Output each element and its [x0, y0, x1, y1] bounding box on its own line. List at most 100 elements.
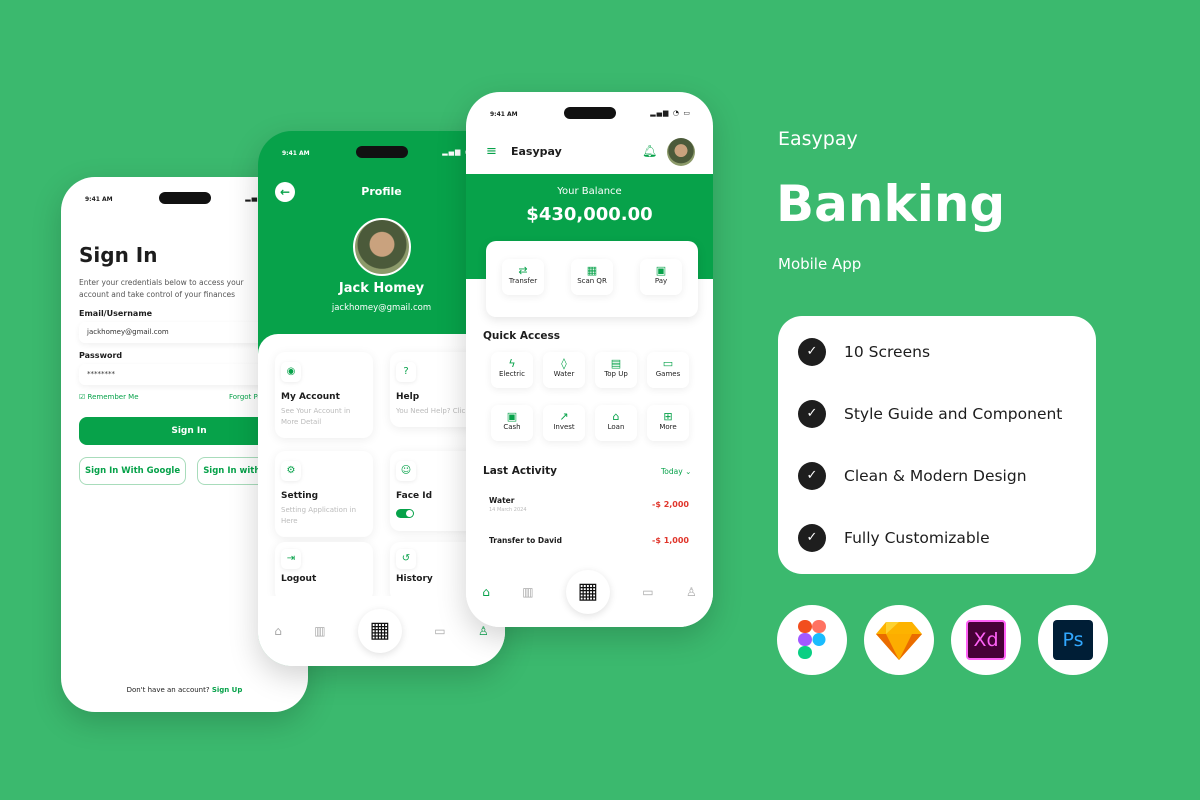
activity-filter[interactable]: Today ⌄	[661, 467, 691, 476]
feature-label: Fully Customizable	[844, 529, 990, 547]
sketch-icon	[864, 605, 934, 675]
transfer-icon: ⇄	[518, 264, 528, 277]
face-id-toggle[interactable]	[396, 509, 414, 518]
brand-name: Easypay	[778, 128, 858, 150]
pay-button[interactable]: ▣ Pay	[640, 259, 682, 295]
card-title: Logout	[281, 574, 317, 584]
nav-stats-icon[interactable]: ▥	[314, 624, 325, 638]
drop-icon: ◊	[561, 357, 567, 370]
signin-desc: Enter your credentials below to access y…	[79, 278, 244, 299]
scan-qr-button[interactable]: ▦	[565, 570, 610, 614]
cash-icon: ▣	[506, 410, 518, 423]
nav-profile-icon[interactable]: ♙	[686, 585, 697, 599]
bolt-icon: ϟ	[508, 357, 516, 370]
remember-checkbox[interactable]: ☑ Remember Me	[79, 393, 139, 401]
card-plus-icon: ▤	[610, 357, 622, 370]
nav-stats-icon[interactable]: ▥	[522, 585, 533, 599]
signup-link[interactable]: Sign Up	[212, 686, 243, 694]
nav-home-icon[interactable]: ⌂	[274, 624, 282, 638]
activity-row[interactable]: Transfer to David -$ 1,000	[489, 536, 689, 550]
balance-label: Your Balance	[557, 186, 622, 197]
quick-label: Electric	[499, 370, 525, 378]
my-account-card[interactable]: ◉ My Account See Your Account in More Deta…	[275, 352, 373, 438]
activity-amount: -$ 1,000	[652, 536, 689, 545]
check-icon: ✓	[798, 400, 826, 428]
subtitle: Mobile App	[778, 255, 862, 273]
quick-invest[interactable]: ↗ Invest	[543, 405, 585, 441]
bell-icon[interactable]: 🔔︎	[642, 144, 657, 158]
avatar[interactable]	[353, 218, 411, 276]
quick-loan[interactable]: ⌂ Loan	[595, 405, 637, 441]
scan-qr-action[interactable]: ▦ Scan QR	[571, 259, 613, 295]
feature-label: 10 Screens	[844, 343, 931, 361]
quick-water[interactable]: ◊ Water	[543, 352, 585, 388]
check-icon: ✓	[798, 524, 826, 552]
feature-item: ✓ Clean & Modern Design	[798, 462, 1027, 490]
feature-item: ✓ 10 Screens	[798, 338, 930, 366]
app-name: Easypay	[511, 145, 562, 158]
figma-icon	[777, 605, 847, 675]
ps-label: Ps	[1053, 620, 1093, 660]
status-time: 9:41 AM	[85, 196, 113, 203]
avatar[interactable]	[667, 138, 695, 166]
feature-label: Clean & Modern Design	[844, 467, 1027, 485]
qr-icon: ▦	[586, 264, 598, 277]
filter-label: Today	[661, 467, 683, 476]
quick-label: Games	[655, 370, 681, 378]
status-time: 9:41 AM	[282, 150, 310, 157]
logout-icon: ⇥	[281, 549, 301, 569]
action-label: Pay	[654, 277, 668, 285]
trend-icon: ↗	[559, 410, 569, 423]
logout-card[interactable]: ⇥ Logout	[275, 542, 373, 602]
action-label: Scan QR	[577, 277, 607, 285]
home-phone: 9:41 AM ▂▄▆ ◔ ▭ ≡ Easypay 🔔︎ Your Balance…	[466, 92, 713, 627]
quick-electric[interactable]: ϟ Electric	[491, 352, 533, 388]
nav-home-icon[interactable]: ⌂	[482, 585, 490, 599]
remember-label: Remember Me	[87, 393, 139, 401]
grid-icon: ⊞	[663, 410, 673, 423]
quick-access-title: Quick Access	[483, 330, 561, 342]
menu-icon[interactable]: ≡	[486, 144, 497, 159]
quick-label: Top Up	[604, 370, 628, 378]
xd-label: Xd	[966, 620, 1006, 660]
check-icon: ✓	[798, 338, 826, 366]
loan-icon: ⌂	[612, 410, 620, 423]
wallet-icon: ▣	[655, 264, 667, 277]
adobe-xd-icon: Xd	[951, 605, 1021, 675]
photoshop-icon: Ps	[1038, 605, 1108, 675]
gear-icon: ⚙	[281, 461, 301, 481]
card-desc: Setting Application in Here	[281, 506, 357, 525]
card-title: Setting	[281, 491, 319, 501]
feature-item: ✓ Fully Customizable	[798, 524, 990, 552]
quick-label: Loan	[607, 423, 625, 431]
nav-card-icon[interactable]: ▭	[434, 624, 445, 638]
card-desc: See Your Account in More Detail	[281, 407, 351, 426]
quick-cash[interactable]: ▣ Cash	[491, 405, 533, 441]
quick-games[interactable]: ▭ Games	[647, 352, 689, 388]
signup-prompt: Don't have an account?	[126, 686, 210, 694]
card-title: My Account	[281, 392, 340, 402]
history-icon: ↺	[396, 549, 416, 569]
gamepad-icon: ▭	[662, 357, 674, 370]
headline: Banking	[776, 175, 1006, 233]
quick-label: Water	[553, 370, 575, 378]
quick-topup[interactable]: ▤ Top Up	[595, 352, 637, 388]
user-icon: ◉	[281, 362, 301, 382]
help-icon: ?	[396, 362, 416, 382]
setting-card[interactable]: ⚙ Setting Setting Application in Here	[275, 451, 373, 537]
balance-amount: $430,000.00	[526, 204, 653, 225]
activity-row[interactable]: Water 14 March 2024 -$ 2,000	[489, 496, 689, 513]
face-id-icon: ☺	[396, 461, 416, 481]
quick-more[interactable]: ⊞ More	[647, 405, 689, 441]
transfer-button[interactable]: ⇄ Transfer	[502, 259, 544, 295]
action-label: Transfer	[508, 277, 538, 285]
feature-label: Style Guide and Component	[844, 405, 1063, 423]
scan-qr-button[interactable]: ▦	[357, 609, 402, 653]
quick-label: Cash	[503, 423, 521, 431]
check-icon: ✓	[798, 462, 826, 490]
activity-amount: -$ 2,000	[652, 500, 689, 509]
last-activity-title: Last Activity	[483, 465, 557, 477]
google-signin-button[interactable]: Sign In With Google	[79, 457, 187, 485]
nav-card-icon[interactable]: ▭	[642, 585, 653, 599]
feature-item: ✓ Style Guide and Component	[798, 400, 1062, 428]
